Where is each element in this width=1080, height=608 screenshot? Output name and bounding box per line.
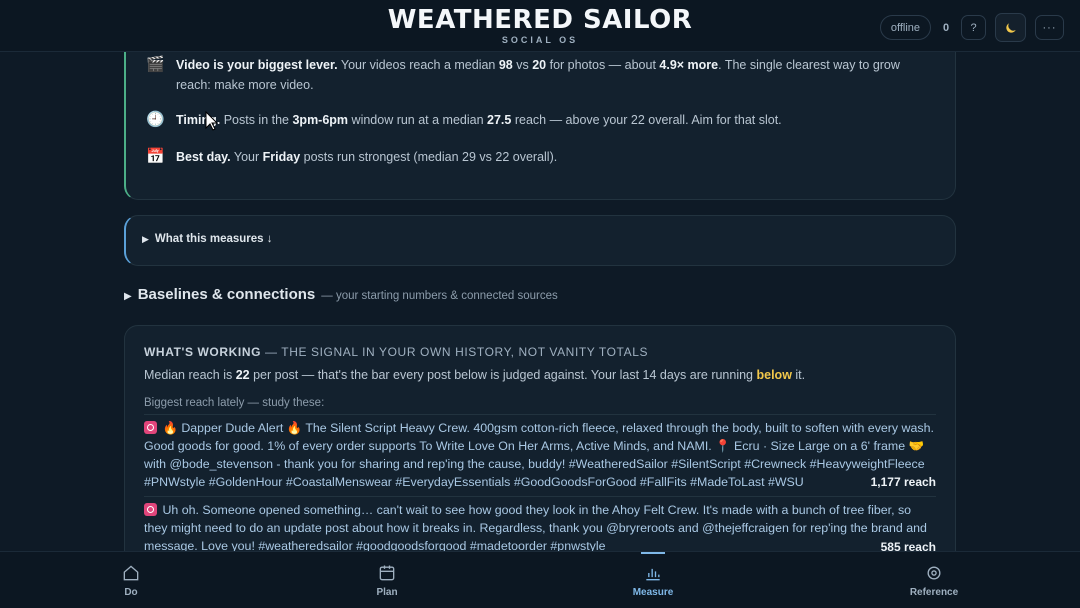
insight-best-day: 📅 Best day. Your Friday posts run strong… (146, 147, 935, 167)
post-reach: 1,177 reach (870, 475, 936, 489)
home-icon (123, 565, 139, 581)
nav-plan[interactable]: Plan (327, 552, 447, 608)
more-menu-button[interactable]: ··· (1035, 15, 1064, 40)
chart-icon (646, 568, 660, 581)
post-item[interactable]: Uh oh. Someone opened something… can't w… (144, 496, 936, 556)
offline-status-badge[interactable]: offline (879, 15, 931, 40)
study-label: Biggest reach lately — study these: (144, 397, 325, 409)
nav-label: Do (124, 587, 138, 598)
instagram-icon (144, 503, 157, 516)
nav-label: Measure (632, 587, 674, 598)
median-reach-summary: Median reach is 22 per post — that's the… (144, 368, 806, 382)
insight-text: Timing. Posts in the 3pm-6pm window run … (176, 113, 782, 127)
nav-reference[interactable]: Reference (874, 552, 994, 608)
app-header: WEATHERED SAILOR SOCIAL OS offline 0 ? ·… (0, 0, 1080, 52)
what-this-measures-disclosure[interactable]: ▶ What this measures ↓ (124, 215, 956, 266)
nav-label: Reference (909, 587, 959, 598)
post-caption: 🔥 Dapper Dude Alert 🔥 The Silent Script … (144, 421, 934, 489)
calendar-icon: 📅 (146, 148, 165, 165)
theme-toggle-button[interactable] (995, 13, 1026, 42)
nav-measure[interactable]: Measure (593, 552, 713, 608)
baselines-subtitle: — your starting numbers & connected sour… (321, 290, 558, 302)
clock-icon: 🕘 (146, 111, 165, 128)
baselines-disclosure[interactable]: ▶ Baselines & connections — your startin… (124, 286, 558, 303)
instagram-icon (144, 421, 157, 434)
bottom-nav: Do Plan Measure Reference (0, 551, 1080, 608)
insight-timing: 🕘 Timing. Posts in the 3pm-6pm window ru… (146, 110, 935, 130)
target-icon (927, 566, 941, 580)
baselines-title: Baselines & connections (137, 286, 316, 303)
section-heading: WHAT'S WORKING — THE SIGNAL IN YOUR OWN … (144, 345, 649, 359)
post-caption: Uh oh. Someone opened something… can't w… (144, 503, 927, 553)
measures-label: What this measures ↓ (154, 233, 273, 245)
notification-count[interactable]: 0 (940, 22, 952, 34)
disclosure-triangle-icon: ▶ (124, 291, 132, 302)
insights-card: 🎬 Video is your biggest lever. Your vide… (124, 36, 956, 200)
trend-status: below (756, 368, 792, 382)
disclosure-triangle-icon: ▶ (142, 234, 149, 244)
whats-working-card: WHAT'S WORKING — THE SIGNAL IN YOUR OWN … (124, 325, 956, 585)
moon-icon (1005, 22, 1016, 33)
post-item[interactable]: 🔥 Dapper Dude Alert 🔥 The Silent Script … (144, 414, 936, 491)
insight-text: Best day. Your Friday posts run stronges… (176, 150, 558, 164)
clapperboard-icon: 🎬 (146, 56, 165, 73)
help-button[interactable]: ? (961, 15, 986, 40)
insight-text: Video is your biggest lever. Your videos… (176, 58, 900, 92)
calendar-icon (379, 565, 395, 581)
nav-label: Plan (376, 587, 398, 598)
mouse-cursor-icon (205, 111, 219, 131)
nav-do[interactable]: Do (71, 552, 191, 608)
insight-video: 🎬 Video is your biggest lever. Your vide… (146, 55, 935, 95)
